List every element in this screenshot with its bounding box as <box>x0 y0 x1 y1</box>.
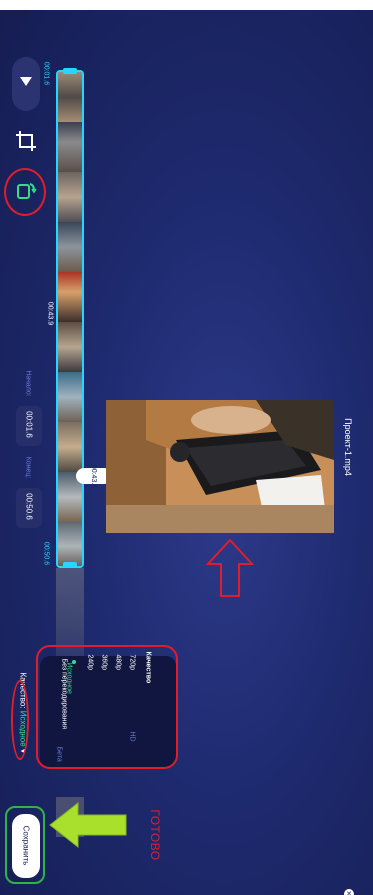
timeline-strip[interactable] <box>56 70 84 568</box>
view-dropdown-button[interactable] <box>12 57 40 111</box>
trim-end-handle[interactable] <box>63 562 77 568</box>
editor-screen: Проект-1.mp4 00:01.6 00:43.9 00:50.6 00:… <box>0 10 373 895</box>
quality-selector-highlight <box>11 680 29 760</box>
file-title: Проект-1.mp4 <box>343 418 353 476</box>
triangle-down-icon <box>20 77 32 86</box>
annotation-arrow-up <box>205 538 255 597</box>
start-label: Начало: <box>24 370 32 397</box>
annotation-arrow-left <box>49 801 127 849</box>
crop-button[interactable] <box>13 128 39 154</box>
video-preview[interactable] <box>106 400 334 533</box>
start-time-field[interactable]: 00:01.6 <box>16 406 42 446</box>
video-frame-image <box>106 400 334 533</box>
end-time-field[interactable]: 00:50.6 <box>16 488 42 528</box>
timeline-start-marker: 00:01.6 <box>42 61 50 86</box>
close-button[interactable]: ✕ <box>344 889 354 895</box>
start-time-value: 00:01.6 <box>24 411 34 438</box>
crop-icon <box>16 131 36 151</box>
timeline-end-marker: 00:50.6 <box>42 541 50 566</box>
rotate-highlight-circle <box>4 168 46 216</box>
playhead-time-text: 00:43.6 <box>90 464 98 488</box>
end-time-value: 00:50.6 <box>24 493 34 520</box>
save-button-highlight <box>5 806 45 884</box>
trim-start-handle[interactable] <box>63 68 77 74</box>
quality-menu-highlight <box>36 645 178 769</box>
end-label: Конец: <box>24 456 32 479</box>
annotation-done-text: ГОТОВО <box>148 809 162 861</box>
timeline-middle-marker: 00:43.9 <box>46 301 54 326</box>
close-icon: ✕ <box>346 891 352 895</box>
